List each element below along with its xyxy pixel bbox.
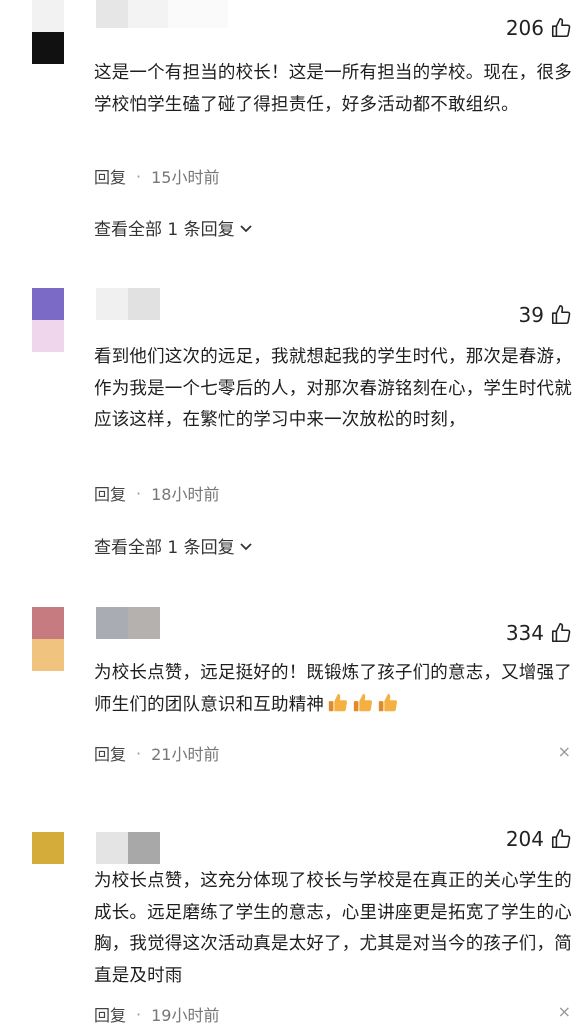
avatar[interactable] xyxy=(32,832,64,896)
timestamp: 19小时前 xyxy=(151,1006,220,1025)
thumbs-up-emoji-icon xyxy=(378,693,398,711)
avatar[interactable] xyxy=(32,288,64,352)
chevron-down-icon xyxy=(239,224,252,232)
thumbs-up-icon xyxy=(551,305,571,325)
thumbs-up-icon xyxy=(551,829,571,849)
timestamp: 15小时前 xyxy=(151,168,220,187)
username-blurred[interactable] xyxy=(96,832,160,864)
comment-meta: 回复 · 18小时前 xyxy=(94,481,219,505)
timestamp: 21小时前 xyxy=(151,745,220,764)
avatar[interactable] xyxy=(32,607,64,671)
comment-3: 334 为校长点赞，远足挺好的！既锻炼了孩子们的意志，又增强了师生们的团队意识和… xyxy=(0,605,584,805)
comment-text: 这是一个有担当的校长！这是一所有担当的学校。现在，很多学校怕学生磕了碰了得担责任… xyxy=(94,63,572,115)
separator-dot: · xyxy=(136,1004,142,1024)
close-icon[interactable]: × xyxy=(558,1002,571,1021)
view-replies-button[interactable]: 查看全部 1 条回复 xyxy=(94,215,253,240)
reply-button[interactable]: 回复 xyxy=(94,741,126,765)
avatar[interactable] xyxy=(32,0,64,64)
username-blurred[interactable] xyxy=(96,607,160,639)
username-blurred[interactable] xyxy=(96,0,228,28)
view-replies-button[interactable]: 查看全部 1 条回复 xyxy=(94,533,253,558)
view-replies-label: 查看全部 1 条回复 xyxy=(94,220,235,240)
comment-meta: 回复 · 15小时前 xyxy=(94,164,219,188)
separator-dot: · xyxy=(136,743,142,763)
comment-meta: 回复 · 21小时前 xyxy=(94,741,219,765)
comment-text: 为校长点赞，这充分体现了校长与学校是在真正的关心学生的成长。远足磨练了学生的意志… xyxy=(94,871,572,986)
comment-text: 看到他们这次的远足，我就想起我的学生时代，那次是春游，作为我是一个七零后的人，对… xyxy=(94,347,572,430)
comment-4: 204 为校长点赞，这充分体现了校长与学校是在真正的关心学生的成长。远足磨练了学… xyxy=(0,827,584,1026)
reply-button[interactable]: 回复 xyxy=(94,481,126,505)
reply-button[interactable]: 回复 xyxy=(94,164,126,188)
chevron-down-icon xyxy=(239,542,252,550)
comment-meta: 回复 · 19小时前 xyxy=(94,1002,219,1026)
thumbs-up-icon xyxy=(551,623,571,643)
username-blurred[interactable] xyxy=(96,288,160,320)
like-control[interactable]: 334 xyxy=(506,621,572,645)
like-control[interactable]: 39 xyxy=(519,303,572,327)
like-count: 204 xyxy=(505,827,544,851)
separator-dot: · xyxy=(136,166,142,186)
like-count: 334 xyxy=(505,621,544,645)
like-control[interactable]: 204 xyxy=(506,827,572,851)
separator-dot: · xyxy=(136,483,142,503)
comment-2: 39 看到他们这次的远足，我就想起我的学生时代，那次是春游，作为我是一个七零后的… xyxy=(0,285,584,585)
like-count: 39 xyxy=(518,303,544,327)
like-count: 206 xyxy=(505,16,544,40)
timestamp: 18小时前 xyxy=(151,485,220,504)
close-icon[interactable]: × xyxy=(558,742,571,761)
reply-button[interactable]: 回复 xyxy=(94,1002,126,1026)
like-control[interactable]: 206 xyxy=(506,16,572,40)
comment-1: 206 这是一个有担当的校长！这是一所有担当的学校。现在，很多学校怕学生磕了碰了… xyxy=(0,0,584,280)
thumbs-up-emoji-icon xyxy=(353,693,373,711)
view-replies-label: 查看全部 1 条回复 xyxy=(94,538,235,558)
thumbs-up-emoji-icon xyxy=(328,693,348,711)
thumbs-up-icon xyxy=(551,18,571,38)
comment-text: 为校长点赞，远足挺好的！既锻炼了孩子们的意志，又增强了师生们的团队意识和互助精神 xyxy=(94,658,574,721)
